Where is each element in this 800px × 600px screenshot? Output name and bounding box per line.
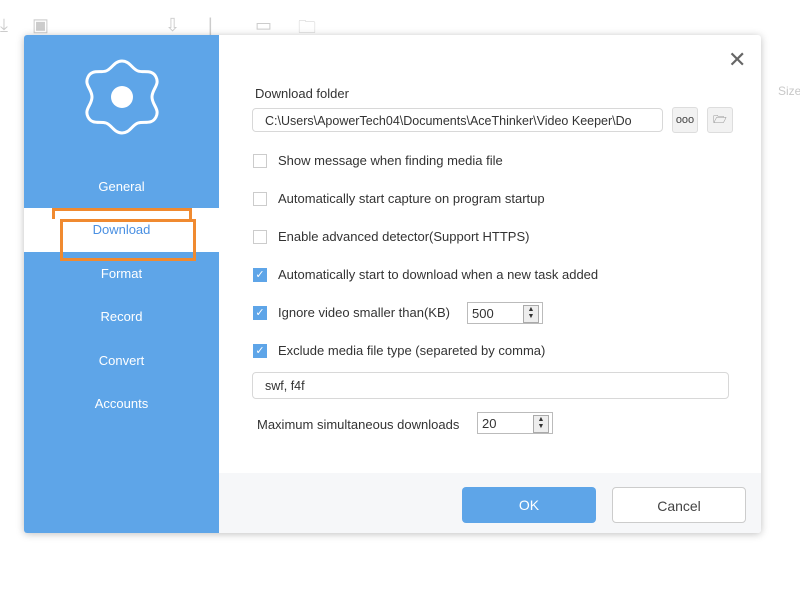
exclude-types-input[interactable]: swf, f4f <box>252 372 729 399</box>
sidebar: General Download Format Record Convert A… <box>24 35 219 533</box>
cancel-button[interactable]: Cancel <box>612 487 746 523</box>
size-column-header: Size <box>778 84 800 98</box>
toolbar-icon: | <box>208 15 213 35</box>
min-size-stepper[interactable]: 500 ▲ ▼ <box>467 302 543 324</box>
sidebar-item-convert[interactable]: Convert <box>24 339 219 383</box>
checkbox-auto-capture[interactable] <box>253 192 267 206</box>
download-folder-input[interactable]: C:\Users\ApowerTech04\Documents\AceThink… <box>252 108 663 132</box>
stepper-arrows[interactable]: ▲ ▼ <box>523 305 539 323</box>
option-label: Ignore video smaller than(KB) <box>278 305 450 320</box>
checkbox-auto-download[interactable]: ✓ <box>253 268 267 282</box>
dialog-footer: OK Cancel <box>219 473 761 533</box>
option-label: Exclude media file type (separeted by co… <box>278 343 546 358</box>
browse-folder-button[interactable]: 🗁 <box>707 107 733 133</box>
sidebar-item-general[interactable]: General <box>24 165 219 209</box>
toolbar-icon: ⇩ <box>165 15 181 35</box>
settings-dialog: General Download Format Record Convert A… <box>24 35 761 533</box>
max-downloads-label: Maximum simultaneous downloads <box>257 417 460 432</box>
min-size-value: 500 <box>472 306 494 321</box>
highlight-box <box>52 208 192 219</box>
file-icon: ▣ <box>32 15 50 35</box>
max-downloads-stepper[interactable]: 20 ▲ ▼ <box>477 412 553 434</box>
option-label: Automatically start capture on program s… <box>278 191 545 206</box>
option-label: Automatically start to download when a n… <box>278 267 599 282</box>
sidebar-item-record[interactable]: Record <box>24 295 219 339</box>
settings-gear-icon <box>85 59 159 135</box>
checkbox-show-message[interactable] <box>253 154 267 168</box>
download-folder-label: Download folder <box>255 86 349 101</box>
checkbox-advanced-detector[interactable] <box>253 230 267 244</box>
folder-open-icon: 🗁 <box>713 114 727 126</box>
checkbox-exclude-types[interactable]: ✓ <box>253 344 267 358</box>
highlight-box <box>60 219 196 261</box>
sidebar-item-accounts[interactable]: Accounts <box>24 382 219 426</box>
close-icon[interactable]: ✕ <box>728 47 746 73</box>
ok-button[interactable]: OK <box>462 487 596 523</box>
option-label: Show message when finding media file <box>278 153 503 168</box>
more-button[interactable]: ooo <box>672 107 698 133</box>
download-icon: ⤓ <box>0 15 8 35</box>
checkbox-ignore-small[interactable]: ✓ <box>253 306 267 320</box>
stepper-arrows[interactable]: ▲ ▼ <box>533 415 549 433</box>
max-downloads-value: 20 <box>482 416 497 431</box>
option-label: Enable advanced detector(Support HTTPS) <box>278 229 530 244</box>
delete-icon: ▭ <box>255 15 273 35</box>
